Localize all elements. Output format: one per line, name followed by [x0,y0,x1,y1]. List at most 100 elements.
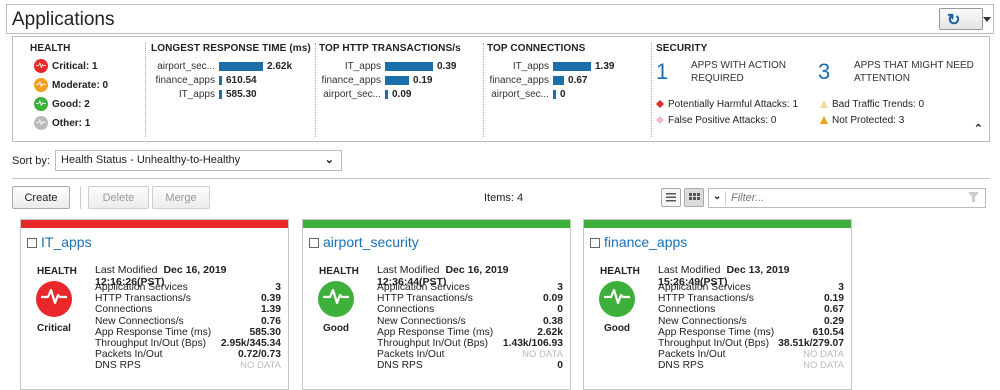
metric-value: NO DATA [522,349,563,361]
health-good-label: Good: 2 [52,99,90,110]
last-modified-label: Last Modified [95,264,158,276]
metric-row: HTTP Transactions/s 0.19 [658,293,844,304]
app-name-link[interactable]: airport_security [323,234,419,250]
metric-label: New Connections/s [377,315,466,327]
metric-value: 0.72/0.73 [238,349,281,361]
sort-select[interactable]: Health Status - Unhealthy-to-Healthy ⌄ [55,150,342,171]
response-time-row[interactable]: IT_apps 585.30 [151,88,311,102]
bar-value: 0.09 [392,89,412,100]
metric-row: DNS RPS NO DATA [95,360,281,371]
http-transactions-row[interactable]: airport_sec... 0.09 [319,88,479,102]
http-transactions-row[interactable]: IT_apps 0.39 [319,60,479,74]
bar-fill [553,76,564,85]
app-card[interactable]: airport_security HEALTH Good Last Modified D… [302,219,571,390]
bar-value: 610.54 [226,75,257,86]
metric-row: App Response Time (ms) 2.62k [377,327,563,338]
apps-action-label-line2: REQUIRED [691,73,744,84]
health-moderate-item[interactable]: Moderate: 0 [30,77,140,94]
app-card[interactable]: IT_apps HEALTH Critical Last Modified Dec 16… [20,219,289,390]
metric-value: 585.30 [249,326,282,338]
orange-triangle-icon [820,116,828,124]
connections-row[interactable]: airport_sec... 0 [487,88,647,102]
health-good-item[interactable]: Good: 2 [30,96,140,113]
response-time-title: LONGEST RESPONSE TIME (ms) [151,43,311,54]
card-checkbox[interactable] [309,238,319,248]
metric-value: 1.39 [260,304,281,316]
filter-input[interactable] [731,191,951,205]
filter-box[interactable]: ⌄ [708,188,986,208]
status-band [303,220,570,228]
health-moderate-label: Moderate: 0 [52,80,109,91]
items-count: Items: 4 [484,192,524,204]
metric-row: DNS RPS 0 [377,360,563,371]
bar-fill [385,62,433,71]
metric-row: New Connections/s 0.38 [377,316,563,327]
app-name-link[interactable]: IT_apps [41,234,92,250]
bar-fill [385,90,388,99]
card-view-button[interactable] [684,188,704,207]
metric-label: App Response Time (ms) [658,326,775,338]
bar-value: 0 [560,89,566,100]
harmful-attacks-item: Potentially Harmful Attacks: 1 [656,99,798,110]
not-protected-label: Not Protected: 3 [832,115,905,126]
apps-attention-count[interactable]: 3 [818,59,830,85]
chevron-down-icon[interactable]: ⌄ [713,191,721,202]
app-card[interactable]: finance_apps HEALTH Good Last Modified Dec 1… [583,219,852,390]
health-status-label: Critical [37,323,71,334]
metric-value: 2.62k [537,326,563,338]
delete-button[interactable]: Delete [88,186,149,209]
health-label: HEALTH [37,266,77,277]
bar-value: 0.39 [437,61,457,72]
bar-fill [219,90,222,99]
health-other-item[interactable]: Other: 1 [30,115,140,132]
health-status-icon [599,281,635,317]
bar-label: finance_apps [489,75,550,86]
chevron-down-icon[interactable] [983,17,991,22]
metric-row: Throughput In/Out (Bps) 38.51k/279.07 [658,338,844,349]
metric-value: 1.43k/106.93 [502,337,563,349]
metric-label: Packets In/Out [377,349,445,361]
metric-value: 0.29 [823,315,844,327]
metric-value: 2.95k/345.34 [220,337,281,349]
metric-label: Connections [377,304,435,316]
metric-row: Application Services 3 [658,282,844,293]
chevron-up-icon[interactable]: ⌃ [974,122,983,135]
red-diamond-icon [656,100,664,108]
card-checkbox[interactable] [27,238,37,248]
card-checkbox[interactable] [590,238,600,248]
metric-row: Throughput In/Out (Bps) 2.95k/345.34 [95,338,281,349]
metric-value: 0.19 [823,293,844,305]
response-time-row[interactable]: finance_apps 610.54 [151,74,311,88]
connections-row[interactable]: IT_apps 1.39 [487,60,647,74]
app-name-link[interactable]: finance_apps [604,234,687,250]
metric-value: 38.51k/279.07 [778,337,844,349]
health-status-label: Good [603,323,631,334]
metric-label: Connections [95,304,153,316]
merge-button[interactable]: Merge [152,186,210,209]
create-button[interactable]: Create [12,186,70,209]
metric-row: Connections 0 [377,304,563,315]
metric-row: Packets In/Out 0.72/0.73 [95,349,281,360]
status-band [21,220,288,228]
refresh-button[interactable]: ↻ [939,8,991,30]
connections-row[interactable]: finance_apps 0.67 [487,74,647,88]
divider [145,43,146,137]
metrics-list: Application Services 3 HTTP Transactions/s… [95,282,281,372]
http-transactions-row[interactable]: finance_apps 0.19 [319,74,479,88]
last-modified-label: Last Modified [377,264,440,276]
health-critical-item[interactable]: Critical: 1 [30,58,140,75]
bar-value: 2.62k [267,61,293,72]
divider [651,43,652,137]
connections-section: TOP CONNECTIONS IT_apps 1.39 finance_apps 0… [487,43,647,102]
list-view-icon [666,193,676,202]
health-good-icon [34,97,48,111]
security-title: SECURITY [656,43,708,54]
metric-row: HTTP Transactions/s 0.09 [377,293,563,304]
metric-label: Throughput In/Out (Bps) [658,337,770,349]
bar-label: airport_sec... [491,89,549,100]
title-bar: Applications ↻ [6,4,994,34]
response-time-row[interactable]: airport_sec... 2.62k [151,60,311,74]
list-view-button[interactable] [661,188,681,207]
grid-view-icon [689,193,700,200]
apps-action-count[interactable]: 1 [656,59,668,85]
